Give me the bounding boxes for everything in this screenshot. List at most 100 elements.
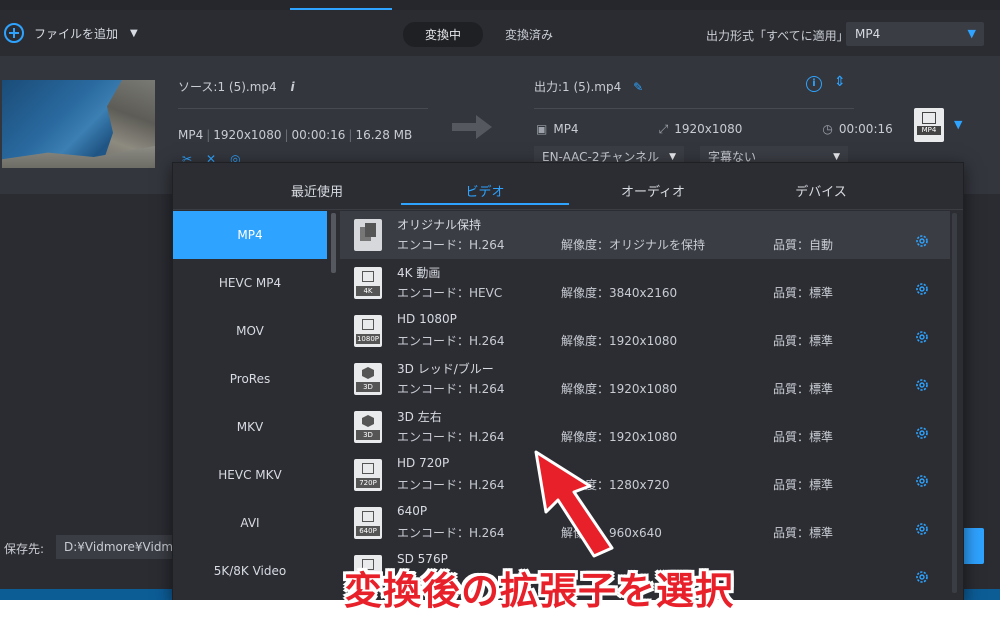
divider <box>534 108 854 109</box>
tab-recent[interactable]: 最近使用 <box>257 181 377 200</box>
chevron-down-icon[interactable]: ▼ <box>954 118 962 131</box>
video-film-icon: 4K <box>354 267 382 299</box>
arrow-right-icon <box>452 115 492 139</box>
gear-icon[interactable] <box>914 329 930 345</box>
category-item[interactable]: MKV <box>173 403 327 451</box>
preset-quality: 品質：標準 <box>773 526 834 540</box>
film-icon <box>922 112 936 124</box>
source-meta: MP4 | 1920x1080 | 00:00:16 | 16.28 MB <box>178 128 413 142</box>
add-file-label: ファイルを追加 <box>34 26 119 41</box>
preset-item[interactable]: 3D 3D レッド/ブルー エンコード：H.264 解像度：1920x1080 … <box>340 355 950 403</box>
preset-encode: エンコード：HEVC <box>397 286 503 300</box>
source-duration: 00:00:16 <box>291 128 346 142</box>
tab-device[interactable]: デバイス <box>761 181 881 200</box>
gear-icon[interactable] <box>914 521 930 537</box>
split-icon[interactable]: ⇕ <box>834 74 846 90</box>
preset-quality: 品質：標準 <box>773 286 834 300</box>
category-item[interactable]: HEVC MP4 <box>173 259 327 307</box>
annotation-arrow-icon <box>534 450 614 558</box>
category-item[interactable]: HEVC MKV <box>173 451 327 499</box>
category-item[interactable]: AVI <box>173 499 327 547</box>
tab-audio[interactable]: オーディオ <box>593 181 713 200</box>
preset-encode: エンコード：H.264 <box>397 334 505 348</box>
format-icon-label: MP4 <box>917 126 941 135</box>
category-item[interactable]: 5K/8K Video <box>173 547 327 595</box>
category-list: MP4 HEVC MP4 MOV ProRes MKV HEVC MKV AVI… <box>173 211 327 595</box>
tab-video[interactable]: ビデオ <box>425 181 545 200</box>
preset-quality: 品質：標準 <box>773 478 834 492</box>
output-resolution: 1920x1080 <box>674 122 743 136</box>
source-format: MP4 <box>178 128 204 142</box>
preset-list: オリジナル保持 エンコード：H.264 解像度：オリジナルを保持 品質：自動 4… <box>340 211 950 595</box>
output-format-select[interactable]: MP4 ▼ <box>846 22 984 46</box>
preset-encode: エンコード：H.264 <box>397 478 505 492</box>
category-item[interactable]: MOV <box>173 307 327 355</box>
video-film-icon: 1080P <box>354 315 382 347</box>
preset-name: 3D レッド/ブルー <box>397 362 494 376</box>
preset-tag: 4K <box>356 286 380 296</box>
divider <box>178 108 428 109</box>
conversion-tabs: 変換中 変換済み <box>403 22 575 47</box>
clock-icon: ◷ <box>822 122 833 136</box>
gear-icon[interactable] <box>914 233 930 249</box>
resize-icon: ⤢ <box>658 122 669 136</box>
category-item[interactable]: MP4 <box>173 211 327 259</box>
preset-name: 640P <box>397 504 428 518</box>
preset-resolution: 解像度：1920x1080 <box>561 382 678 396</box>
panel-tabs: 最近使用 ビデオ オーディオ デバイス <box>173 163 963 209</box>
gear-icon[interactable] <box>914 281 930 297</box>
preset-encode: エンコード：H.264 <box>397 430 505 444</box>
info-circle-icon[interactable]: i <box>806 76 822 92</box>
add-icon <box>4 23 24 43</box>
preset-item[interactable]: 4K 4K 動画 エンコード：HEVC 解像度：3840x2160 品質：標準 <box>340 259 950 307</box>
preset-resolution: 解像度：3840x2160 <box>561 286 678 300</box>
preset-name: 3D 左右 <box>397 410 442 424</box>
gear-icon[interactable] <box>914 377 930 393</box>
chevron-down-icon[interactable]: ▼ <box>130 28 138 39</box>
tab-converting[interactable]: 変換中 <box>403 22 484 47</box>
preset-name: オリジナル保持 <box>397 218 482 232</box>
output-meta: ▣ MP4 ⤢ 1920x1080 ◷ 00:00:16 <box>536 122 973 137</box>
gear-icon[interactable] <box>914 569 930 585</box>
tab-converted[interactable]: 変換済み <box>483 22 575 47</box>
video-thumbnail[interactable] <box>2 80 155 168</box>
top-tab-indicator <box>290 8 392 10</box>
output-format-value: MP4 <box>855 27 881 41</box>
gear-icon[interactable] <box>914 473 930 489</box>
preset-name: HD 1080P <box>397 312 457 326</box>
preset-encode: エンコード：H.264 <box>397 382 505 396</box>
divider <box>173 209 963 210</box>
output-format-label: 出力形式「すべてに適用」: <box>706 29 853 43</box>
preset-encode: エンコード：H.264 <box>397 238 505 252</box>
preset-quality: 品質：自動 <box>773 238 834 252</box>
add-file-button[interactable]: ファイルを追加 ▼ <box>4 23 138 43</box>
edit-pen-icon[interactable]: ✎ <box>633 80 643 94</box>
source-resolution: 1920x1080 <box>213 128 282 142</box>
preset-quality: 品質：標準 <box>773 430 834 444</box>
format-selector-icon[interactable]: MP4 <box>914 108 944 142</box>
preset-item[interactable]: オリジナル保持 エンコード：H.264 解像度：オリジナルを保持 品質：自動 <box>340 211 950 259</box>
category-scrollbar[interactable] <box>331 213 336 273</box>
preset-encode: エンコード：H.264 <box>397 526 505 540</box>
preset-item[interactable]: 640P 640P エンコード：H.264 解像度：960x640 品質：標準 <box>340 499 950 547</box>
preset-name: HD 720P <box>397 456 450 470</box>
chevron-down-icon: ▼ <box>967 27 976 40</box>
preset-quality: 品質：標準 <box>773 334 834 348</box>
preset-item[interactable]: 1080P HD 1080P エンコード：H.264 解像度：1920x1080… <box>340 307 950 355</box>
gear-icon[interactable] <box>914 425 930 441</box>
preset-item[interactable]: 720P HD 720P エンコード：H.264 解像度：1280x720 品質… <box>340 451 950 499</box>
toolbar: ファイルを追加 ▼ 変換中 変換済み 出力形式「すべてに適用」: MP4 ▼ <box>0 12 1000 56</box>
preset-name: 4K 動画 <box>397 266 441 280</box>
save-to-label: 保存先: <box>4 542 45 556</box>
category-item[interactable]: ProRes <box>173 355 327 403</box>
preset-item[interactable]: 3D 3D 左右 エンコード：H.264 解像度：1920x1080 品質：標準 <box>340 403 950 451</box>
save-path-field[interactable]: D:¥Vidmore¥Vidmore <box>56 535 186 559</box>
3d-cube-icon: 3D <box>354 411 382 443</box>
film-icon: ▣ <box>536 122 548 136</box>
output-name-text: 出力:1 (5).mp4 <box>534 80 622 94</box>
preset-scrollbar[interactable] <box>952 213 957 593</box>
preset-tag: 1080P <box>356 334 380 344</box>
source-name-text: ソース:1 (5).mp4 <box>178 80 277 94</box>
info-icon[interactable]: i <box>290 80 294 94</box>
annotation-text: 変換後の拡張子を選択 <box>344 569 735 613</box>
